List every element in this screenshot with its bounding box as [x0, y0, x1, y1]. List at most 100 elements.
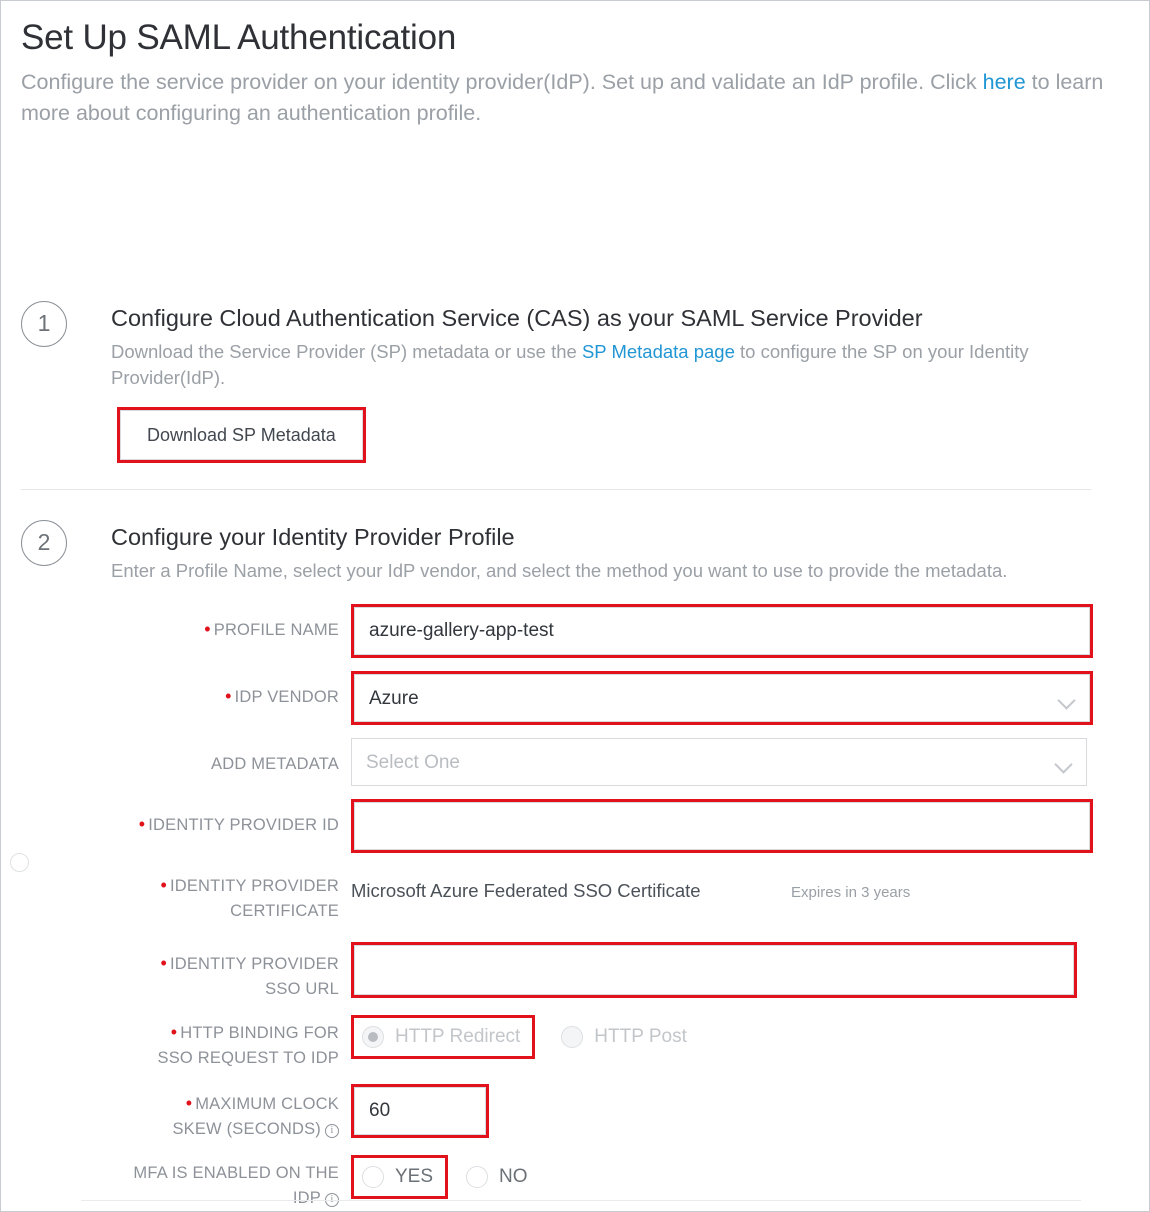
http-binding-label-line2: SSO REQUEST TO IDP [157, 1049, 339, 1067]
step-1-desc-text-1: Download the Service Provider (SP) metad… [111, 341, 582, 362]
identity-provider-certificate-label-line2: CERTIFICATE [230, 902, 339, 920]
chevron-down-icon [1054, 755, 1073, 774]
profile-name-label: • PROFILE NAME [1, 604, 351, 643]
radio-unselected-icon [362, 1166, 384, 1188]
identity-provider-sso-url-row: • IDENTITY PROVIDER SSO URL [1, 942, 1149, 1002]
http-binding-control: HTTP Redirect HTTP Post [351, 1015, 699, 1059]
http-post-radio-label: HTTP Post [594, 1026, 687, 1047]
identity-provider-sso-url-label-line1: IDENTITY PROVIDER [169, 955, 339, 973]
add-metadata-label-text: ADD METADATA [211, 755, 339, 773]
mfa-no-radio-option[interactable]: NO [458, 1158, 540, 1196]
max-clock-skew-row: • MAXIMUM CLOCK SKEW (SECONDS) i [1, 1084, 1149, 1142]
idp-vendor-label: • IDP VENDOR [1, 671, 351, 710]
here-link[interactable]: here [983, 70, 1026, 94]
step-1-title: Configure Cloud Authentication Service (… [111, 305, 923, 331]
profile-name-label-text: PROFILE NAME [213, 621, 339, 639]
profile-name-highlight [351, 604, 1093, 658]
radio-unselected-icon [561, 1026, 584, 1048]
mfa-yes-radio-label: YES [395, 1166, 434, 1187]
left-edge-circle-marker [10, 853, 29, 872]
identity-provider-id-label: • IDENTITY PROVIDER ID [1, 799, 351, 838]
required-dot-icon: • [185, 1093, 193, 1113]
mfa-enabled-label-line2: IDP [292, 1189, 321, 1207]
page-subtitle: Configure the service provider on your i… [21, 67, 1111, 129]
sp-metadata-page-link[interactable]: SP Metadata page [582, 341, 735, 362]
info-icon[interactable]: i [325, 1124, 339, 1138]
page-title: Set Up SAML Authentication [21, 18, 457, 57]
idp-vendor-row: • IDP VENDOR Azure [1, 671, 1149, 725]
step-1-section: 1 Configure Cloud Authentication Service… [1, 301, 1149, 463]
step-1-description: Download the Service Provider (SP) metad… [111, 339, 1071, 391]
identity-provider-certificate-control: Microsoft Azure Federated SSO Certificat… [351, 866, 910, 902]
idp-vendor-control: Azure [351, 671, 1093, 725]
http-binding-label: • HTTP BINDING FOR SSO REQUEST TO IDP [1, 1015, 351, 1071]
http-redirect-radio-option[interactable]: HTTP Redirect [351, 1015, 536, 1059]
page-subtitle-text-1: Configure the service provider on your i… [21, 70, 983, 94]
profile-name-control [351, 604, 1093, 658]
max-clock-skew-label-line1: MAXIMUM CLOCK [195, 1095, 339, 1113]
add-metadata-label: ADD METADATA [1, 738, 351, 777]
http-post-radio-option[interactable]: HTTP Post [553, 1018, 699, 1056]
idp-vendor-select[interactable]: Azure [354, 674, 1090, 722]
idp-vendor-label-text: IDP VENDOR [234, 688, 339, 706]
http-binding-row: • HTTP BINDING FOR SSO REQUEST TO IDP HTTP… [1, 1015, 1149, 1071]
step-1-badge: 1 [21, 301, 67, 347]
mfa-enabled-label: MFA IS ENABLED ON THEIDPi [1, 1155, 351, 1211]
identity-provider-sso-url-label-line2: SSO URL [265, 980, 339, 998]
required-dot-icon: • [160, 953, 167, 973]
mfa-enabled-control: YES NO [351, 1155, 540, 1199]
identity-provider-sso-url-highlight [351, 942, 1077, 998]
step-2-section: 2 Configure your Identity Provider Profi… [1, 520, 1149, 584]
identity-provider-certificate-label: • IDENTITY PROVIDER CERTIFICATE [1, 866, 351, 924]
identity-provider-id-input[interactable] [354, 802, 1090, 850]
step-2-description: Enter a Profile Name, select your IdP ve… [111, 560, 1008, 581]
mfa-enabled-label-line1: MFA IS ENABLED ON THE [133, 1164, 339, 1182]
add-metadata-selected-value: Select One [366, 752, 460, 773]
http-binding-label-line1: HTTP BINDING FOR [180, 1024, 339, 1042]
max-clock-skew-control [351, 1084, 489, 1138]
download-sp-metadata-highlight: Download SP Metadata [117, 407, 366, 463]
idp-profile-form: •PROFILE NAME •IDP VENDOR Azure AD [1, 604, 1149, 1211]
certificate-expiry: Expires in 3 years [791, 884, 911, 901]
identity-provider-certificate-row: • IDENTITY PROVIDER CERTIFICATE Microsoft … [1, 866, 1149, 924]
download-sp-metadata-button[interactable]: Download SP Metadata [120, 410, 363, 460]
mfa-yes-radio-option[interactable]: YES [351, 1155, 449, 1199]
required-dot-icon: • [170, 1022, 178, 1042]
section-divider [21, 489, 1091, 490]
mfa-no-radio-label: NO [499, 1166, 528, 1187]
profile-name-input[interactable] [354, 607, 1090, 655]
identity-provider-sso-url-input[interactable] [354, 945, 1074, 995]
radio-unselected-icon [466, 1166, 489, 1188]
saml-setup-page: Set Up SAML Authentication Configure the… [0, 0, 1150, 1212]
chevron-down-icon [1057, 691, 1076, 710]
idp-vendor-highlight: Azure [351, 671, 1093, 725]
required-dot-icon: • [225, 686, 232, 706]
identity-provider-id-row: • IDENTITY PROVIDER ID [1, 799, 1149, 853]
max-clock-skew-label: • MAXIMUM CLOCK SKEW (SECONDS) i [1, 1084, 351, 1142]
add-metadata-row: ADD METADATA Select One [1, 738, 1149, 786]
idp-vendor-selected-value: Azure [369, 688, 419, 709]
mfa-enabled-row: MFA IS ENABLED ON THEIDPi YES NO [1, 1155, 1149, 1211]
certificate-name: Microsoft Azure Federated SSO Certificat… [351, 880, 701, 901]
identity-provider-sso-url-label: • IDENTITY PROVIDER SSO URL [1, 942, 351, 1002]
step-2-title: Configure your Identity Provider Profile [111, 524, 515, 550]
radio-selected-icon [362, 1026, 384, 1048]
bottom-divider [81, 1200, 1081, 1201]
identity-provider-id-highlight [351, 799, 1093, 853]
identity-provider-certificate-label-line1: IDENTITY PROVIDER [169, 877, 339, 895]
page-header: Set Up SAML Authentication Configure the… [1, 1, 1149, 129]
max-clock-skew-label-line2: SKEW (SECONDS) [172, 1120, 321, 1138]
max-clock-skew-highlight [351, 1084, 489, 1138]
identity-provider-id-label-text: IDENTITY PROVIDER ID [148, 816, 339, 834]
identity-provider-sso-url-control [351, 942, 1077, 998]
step-2-badge: 2 [21, 520, 67, 566]
required-dot-icon: • [160, 875, 167, 895]
add-metadata-control: Select One [351, 738, 1087, 786]
add-metadata-select[interactable]: Select One [351, 738, 1087, 786]
max-clock-skew-input[interactable] [354, 1087, 486, 1135]
http-redirect-radio-label: HTTP Redirect [395, 1026, 521, 1047]
profile-name-row: • PROFILE NAME [1, 604, 1149, 658]
required-dot-icon: • [204, 619, 211, 639]
required-dot-icon: • [138, 814, 146, 834]
identity-provider-id-control [351, 799, 1093, 853]
